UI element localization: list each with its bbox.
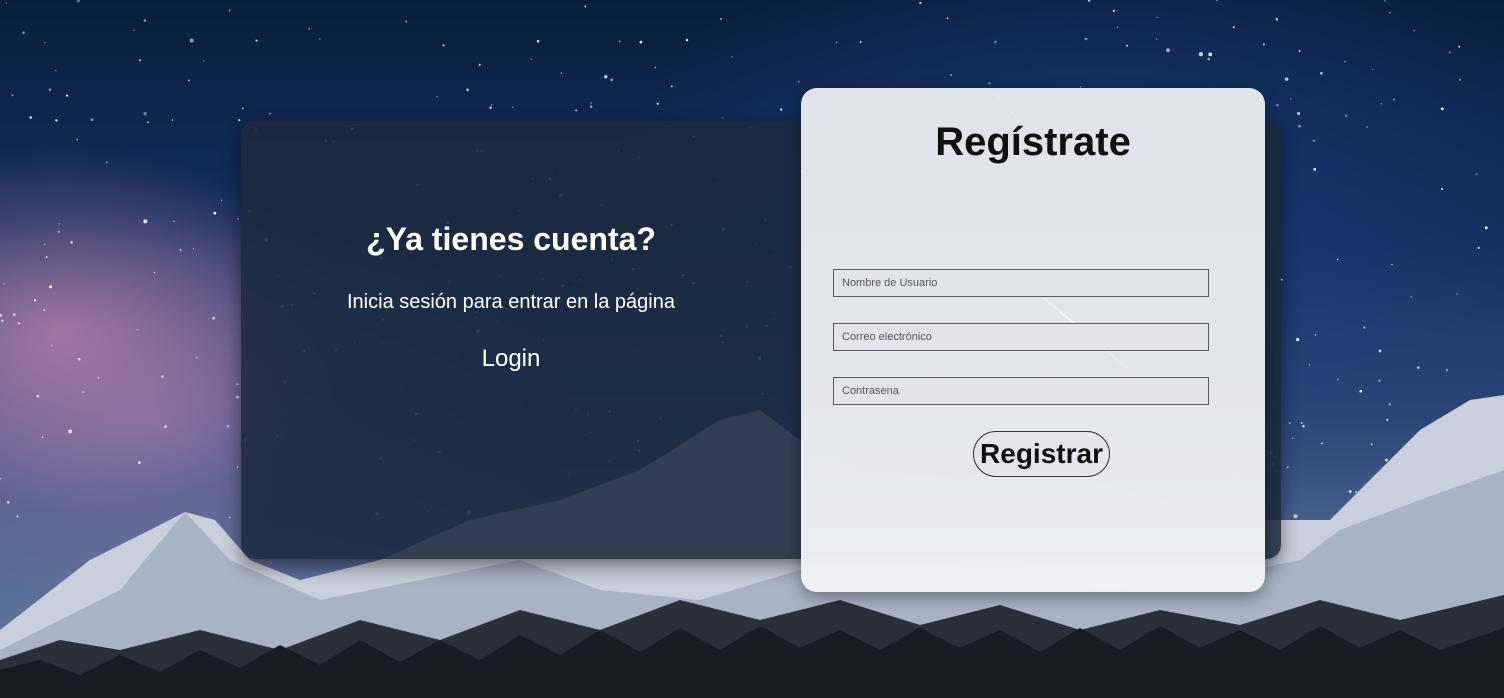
background-scene: ¿Ya tienes cuenta? Inicia sesión para en… xyxy=(0,0,1504,698)
register-card: Regístrate Registrar xyxy=(801,88,1265,592)
login-title: ¿Ya tienes cuenta? xyxy=(366,221,656,257)
register-button[interactable]: Registrar xyxy=(973,431,1110,477)
username-field[interactable] xyxy=(833,269,1209,297)
login-subtitle: Inicia sesión para entrar en la página xyxy=(347,291,675,313)
email-field[interactable] xyxy=(833,323,1209,351)
login-section: ¿Ya tienes cuenta? Inicia sesión para en… xyxy=(241,121,781,559)
login-button[interactable]: Login xyxy=(241,344,781,374)
register-title: Regístrate xyxy=(935,120,1131,164)
password-field[interactable] xyxy=(833,377,1209,405)
